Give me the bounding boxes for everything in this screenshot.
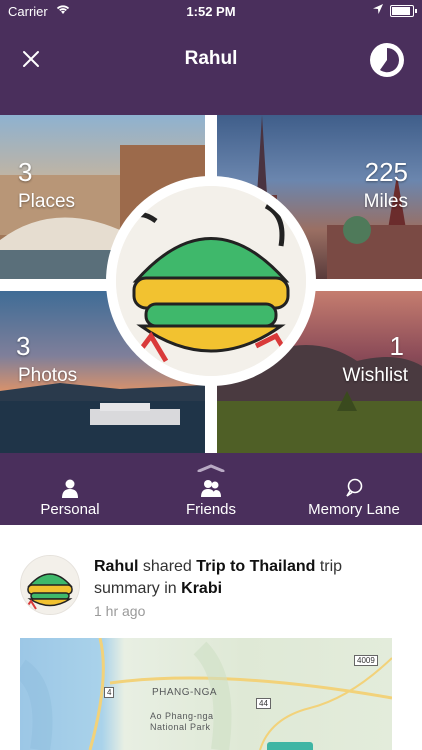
miles-count: 225 — [364, 157, 408, 187]
post-author-avatar[interactable] — [20, 555, 80, 615]
miles-label: Miles — [363, 191, 408, 212]
battery-icon — [390, 5, 417, 17]
tab-personal[interactable]: Personal — [30, 477, 110, 523]
map-park-label-2: National Park — [150, 722, 211, 732]
post-verb: shared — [142, 558, 192, 575]
wishlist-label: Wishlist — [342, 365, 408, 386]
chat-icon — [346, 478, 363, 497]
tab-memory-lane-label: Memory Lane — [308, 501, 400, 518]
post-place-link[interactable]: Krabi — [181, 580, 222, 597]
post-trip-link[interactable]: Trip to Thailand — [196, 558, 315, 575]
map-region-label: PHANG-NGA — [152, 687, 218, 698]
tab-memory-lane[interactable]: Memory Lane — [300, 477, 408, 523]
burger-avatar-image — [21, 556, 79, 614]
chevron-up-icon — [197, 464, 225, 473]
photos-count: 3 — [16, 331, 31, 361]
status-bar: Carrier 1:52 PM — [0, 0, 422, 22]
page-title: Rahul — [184, 48, 238, 69]
post-timestamp: 1 hr ago — [94, 603, 146, 619]
route-44-marker: 44 — [256, 698, 271, 709]
app-logo-button[interactable] — [370, 43, 404, 77]
tab-friends-label: Friends — [185, 501, 237, 518]
people-icon — [201, 480, 221, 497]
trip-map[interactable]: 4009 4 44 PHANG-NGA Ao Phang-nga Nationa… — [20, 638, 392, 750]
tab-personal-label: Personal — [40, 501, 100, 518]
clock: 1:52 PM — [186, 4, 236, 19]
post-summary: Rahul shared Trip to Thailand trip summa… — [94, 556, 404, 600]
map-action-button[interactable] — [267, 742, 313, 750]
map-park-label-1: Ao Phang-nga — [150, 711, 214, 721]
wishlist-count: 1 — [389, 331, 404, 361]
places-label: Places — [18, 191, 76, 212]
route-4-marker: 4 — [104, 687, 115, 698]
profile-avatar[interactable] — [106, 176, 316, 386]
post-user-link[interactable]: Rahul — [94, 558, 138, 575]
route-4009-marker: 4009 — [354, 655, 378, 666]
person-icon — [62, 479, 78, 498]
pie-logo-icon — [380, 48, 400, 73]
collapse-handle[interactable] — [197, 459, 225, 473]
places-count: 3 — [18, 157, 33, 187]
photos-label: Photos — [18, 365, 78, 386]
tab-friends[interactable]: Friends — [171, 477, 251, 523]
burger-drawing-image — [116, 186, 306, 376]
location-arrow-icon — [372, 3, 384, 18]
